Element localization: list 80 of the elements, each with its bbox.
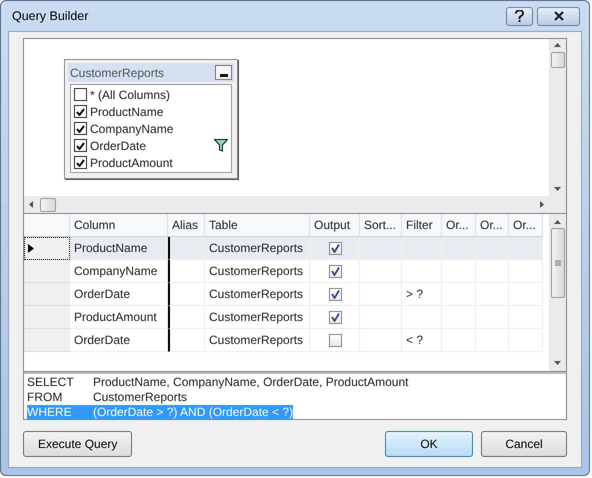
scroll-thumb[interactable] bbox=[550, 52, 564, 68]
scroll-up-icon[interactable] bbox=[554, 220, 561, 224]
checkbox[interactable] bbox=[74, 122, 87, 135]
checkbox[interactable] bbox=[74, 105, 87, 118]
output-checkbox[interactable] bbox=[329, 310, 342, 324]
ok-button[interactable]: OK bbox=[385, 431, 473, 457]
grip-icon bbox=[554, 260, 560, 266]
table-cell bbox=[509, 237, 543, 260]
sql-text-area[interactable]: SELECT ProductName, CompanyName, OrderDate, ProductAmount FROM CustomerReports WHERE (OrderDate > ?) AND (OrderDate < ?) bbox=[23, 372, 567, 420]
table-cell: < ? bbox=[402, 329, 442, 352]
checkbox[interactable] bbox=[74, 139, 87, 152]
sql-line: SELECT ProductName, CompanyName, OrderDate, ProductAmount bbox=[27, 375, 408, 390]
table-cell bbox=[168, 283, 205, 306]
checkbox[interactable] bbox=[74, 156, 87, 169]
table-cell: CustomerReports bbox=[205, 283, 310, 306]
column-header[interactable]: Sort... bbox=[360, 214, 402, 237]
output-checkbox[interactable] bbox=[329, 264, 342, 278]
scroll-left-icon[interactable] bbox=[29, 201, 33, 208]
table-cell: ProductAmount bbox=[70, 306, 168, 329]
output-checkbox[interactable] bbox=[329, 288, 342, 300]
window-title: Query Builder bbox=[11, 8, 90, 25]
table-node[interactable]: CustomerReports * (All Columns) ProductName CompanyName OrderDate ProductAmount bbox=[64, 59, 238, 179]
table-cell bbox=[168, 237, 205, 260]
help-icon bbox=[515, 10, 524, 22]
column-header[interactable]: Table bbox=[205, 214, 310, 237]
column-header[interactable]: Or... bbox=[442, 214, 476, 237]
column-header[interactable]: Or... bbox=[509, 214, 543, 237]
field-row[interactable]: ProductName bbox=[74, 103, 228, 120]
table-cell: OrderDate bbox=[70, 329, 168, 352]
table-cell: > ? bbox=[402, 283, 442, 306]
table-cell: CustomerReports bbox=[205, 306, 310, 329]
field-row[interactable]: OrderDate bbox=[74, 137, 228, 154]
table-node-title: CustomerReports bbox=[70, 64, 166, 82]
scroll-thumb[interactable] bbox=[40, 198, 56, 212]
horizontal-scrollbar[interactable] bbox=[24, 196, 549, 213]
table-cell: CustomerReports bbox=[205, 329, 310, 352]
column-header[interactable]: Alias bbox=[168, 214, 205, 237]
output-checkbox[interactable] bbox=[329, 334, 342, 346]
output-checkbox[interactable] bbox=[329, 242, 342, 254]
scroll-right-icon[interactable] bbox=[540, 201, 544, 208]
dialog-button[interactable]: Execute Query bbox=[23, 431, 132, 457]
field-row[interactable]: * (All Columns) bbox=[74, 86, 228, 103]
column-header[interactable]: Filter bbox=[402, 214, 442, 237]
table-cell: ProductName bbox=[70, 237, 168, 260]
field-name: CompanyName bbox=[90, 120, 174, 138]
table-cell: OrderDate bbox=[70, 283, 168, 306]
checkbox[interactable] bbox=[74, 88, 87, 101]
field-name: OrderDate bbox=[90, 138, 146, 154]
table-cell bbox=[476, 237, 509, 260]
table-cell bbox=[442, 237, 476, 260]
close-icon bbox=[554, 11, 564, 21]
minimize-icon bbox=[220, 74, 228, 77]
column-header[interactable]: Or... bbox=[476, 214, 509, 237]
table-cell: CustomerReports bbox=[205, 237, 310, 260]
field-row[interactable]: ProductAmount bbox=[74, 154, 228, 171]
field-name: * (All Columns) bbox=[90, 86, 170, 104]
current-row-icon bbox=[28, 244, 34, 252]
table-cell bbox=[168, 329, 205, 352]
field-name: ProductAmount bbox=[90, 154, 173, 172]
scroll-up-icon[interactable] bbox=[554, 43, 561, 47]
table-cell bbox=[402, 237, 442, 260]
scroll-down-icon[interactable] bbox=[554, 187, 561, 191]
field-name: ProductName bbox=[90, 104, 164, 120]
column-header[interactable]: Output bbox=[310, 214, 360, 237]
table-cell bbox=[168, 260, 205, 283]
table-cell bbox=[168, 306, 205, 329]
vertical-scrollbar[interactable] bbox=[549, 214, 566, 371]
scroll-thumb[interactable] bbox=[550, 228, 564, 298]
close-button[interactable] bbox=[537, 6, 580, 26]
table-cell: CompanyName bbox=[70, 260, 168, 283]
dialog-button[interactable]: Cancel bbox=[481, 431, 567, 457]
table-cell: CustomerReports bbox=[205, 260, 310, 283]
field-row[interactable]: CompanyName bbox=[74, 120, 228, 137]
scroll-down-icon[interactable] bbox=[554, 361, 561, 365]
row-header[interactable] bbox=[24, 237, 70, 260]
minimize-button[interactable] bbox=[215, 65, 232, 80]
sql-line: FROM CustomerReports bbox=[27, 390, 188, 405]
vertical-scrollbar[interactable] bbox=[549, 39, 566, 196]
help-button[interactable] bbox=[506, 6, 533, 26]
column-header[interactable]: Column bbox=[70, 214, 168, 237]
